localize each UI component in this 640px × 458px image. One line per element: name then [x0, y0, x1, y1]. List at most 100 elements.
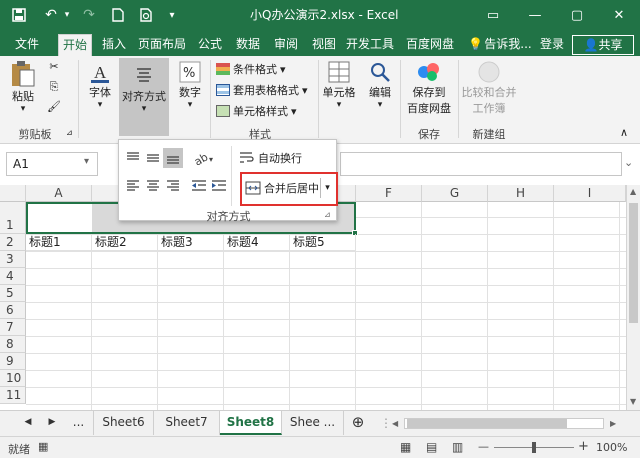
- tab-page-layout[interactable]: 页面布局: [136, 34, 188, 56]
- cells-button[interactable]: 单元格 ▾: [322, 60, 356, 110]
- tab-view[interactable]: 视图: [308, 34, 340, 56]
- cut-icon[interactable]: ✂: [44, 60, 64, 73]
- cell-e2[interactable]: 标题5: [290, 234, 356, 251]
- restore-button[interactable]: ▢: [560, 0, 594, 30]
- zoom-out-button[interactable]: —: [478, 440, 489, 453]
- tab-file[interactable]: 文件: [6, 34, 48, 56]
- row-header[interactable]: 3: [0, 251, 26, 268]
- prev-sheet-icon[interactable]: ◀: [20, 411, 36, 435]
- collapse-ribbon-icon[interactable]: ∧: [620, 126, 628, 139]
- login-link[interactable]: 登录: [538, 34, 566, 56]
- add-sheet-icon[interactable]: ⊕: [346, 411, 370, 435]
- column-header[interactable]: I: [554, 185, 626, 202]
- customize-qa-icon[interactable]: ▾: [164, 0, 180, 30]
- save-icon[interactable]: [8, 0, 30, 30]
- sheet-tab[interactable]: Shee ...: [282, 411, 344, 435]
- align-left-icon[interactable]: [123, 176, 143, 196]
- dialog-launcher-icon[interactable]: ⊿: [66, 128, 73, 137]
- orientation-icon[interactable]: ab ▾: [191, 148, 219, 168]
- column-header[interactable]: G: [422, 185, 488, 202]
- next-sheet-icon[interactable]: ▶: [44, 411, 60, 435]
- top-align-icon[interactable]: [123, 148, 143, 168]
- zoom-in-button[interactable]: +: [578, 439, 589, 454]
- middle-align-icon[interactable]: [143, 148, 163, 168]
- align-right-icon[interactable]: [163, 176, 183, 196]
- column-header[interactable]: H: [488, 185, 554, 202]
- edit-button[interactable]: 编辑 ▾: [364, 60, 396, 110]
- split-handle-icon[interactable]: ⋮: [380, 416, 392, 430]
- share-button[interactable]: 👤共享: [572, 35, 634, 55]
- format-as-table-button[interactable]: 套用表格格式 ▾: [216, 82, 308, 98]
- ribbon-display-options-icon[interactable]: ▭: [476, 0, 510, 30]
- sheet-tab[interactable]: Sheet7: [154, 411, 220, 435]
- font-button[interactable]: A 字体 ▾: [84, 60, 116, 110]
- increase-indent-icon[interactable]: [209, 176, 229, 196]
- align-center-icon[interactable]: [143, 176, 163, 196]
- decrease-indent-icon[interactable]: [189, 176, 209, 196]
- vertical-scrollbar[interactable]: ▲ ▼: [626, 185, 640, 410]
- copy-icon[interactable]: ⎘: [44, 80, 64, 94]
- formula-input[interactable]: [340, 152, 622, 176]
- cell-a2[interactable]: 标题1: [26, 234, 92, 251]
- tab-developer[interactable]: 开发工具: [344, 34, 396, 56]
- scroll-up-icon[interactable]: ▲: [630, 187, 636, 196]
- cell-d2[interactable]: 标题4: [224, 234, 290, 251]
- hscroll-thumb[interactable]: [407, 419, 567, 428]
- format-painter-icon[interactable]: 🖌: [44, 100, 64, 113]
- scroll-thumb[interactable]: [629, 203, 638, 323]
- row-header[interactable]: 1: [0, 202, 26, 234]
- bottom-align-icon[interactable]: [163, 148, 183, 168]
- row-header[interactable]: 2: [0, 234, 26, 251]
- sheet-tab-active[interactable]: Sheet8: [220, 411, 282, 435]
- zoom-level[interactable]: 100%: [596, 441, 627, 454]
- name-box-dropdown-icon[interactable]: ▾: [84, 156, 89, 167]
- normal-view-icon[interactable]: ▦: [400, 440, 411, 454]
- tab-baidu-netdisk[interactable]: 百度网盘: [402, 34, 458, 56]
- print-preview-icon[interactable]: [136, 0, 156, 30]
- wrap-text-button[interactable]: 自动换行: [239, 150, 302, 166]
- alignment-button[interactable]: 对齐方式 ▾: [119, 58, 169, 136]
- cell-styles-button[interactable]: 单元格样式 ▾: [216, 103, 297, 119]
- tell-me-search[interactable]: 告诉我...: [484, 34, 532, 56]
- page-layout-view-icon[interactable]: ▤: [426, 440, 437, 454]
- tab-data[interactable]: 数据: [232, 34, 264, 56]
- new-file-icon[interactable]: [108, 0, 128, 30]
- scroll-down-icon[interactable]: ▼: [630, 397, 636, 406]
- hscroll-right-icon[interactable]: ▶: [610, 419, 616, 428]
- more-sheets-button[interactable]: ...: [64, 411, 94, 435]
- column-header[interactable]: F: [356, 185, 422, 202]
- window-title: 小Q办公演示2.xlsx - Excel: [250, 8, 399, 22]
- page-break-view-icon[interactable]: ▥: [452, 440, 463, 454]
- cell-c2[interactable]: 标题3: [158, 234, 224, 251]
- row-header[interactable]: 11: [0, 387, 26, 404]
- select-all-corner[interactable]: [0, 185, 26, 202]
- tab-formulas[interactable]: 公式: [194, 34, 226, 56]
- save-to-baidu-button[interactable]: 保存到 百度网盘: [404, 60, 454, 116]
- conditional-format-button[interactable]: 条件格式 ▾: [216, 61, 286, 77]
- hscroll-left-icon[interactable]: ◀: [392, 419, 398, 428]
- tab-home[interactable]: 开始: [58, 34, 92, 56]
- minimize-button[interactable]: —: [518, 0, 552, 30]
- close-button[interactable]: ✕: [602, 0, 636, 30]
- row-header[interactable]: 4: [0, 268, 26, 285]
- paste-button[interactable]: 粘贴 ▾: [6, 60, 40, 122]
- number-button[interactable]: % 数字 ▾: [174, 60, 206, 110]
- row-header[interactable]: 7: [0, 319, 26, 336]
- column-header[interactable]: A: [26, 185, 92, 202]
- sheet-tab[interactable]: Sheet6: [94, 411, 154, 435]
- expand-formula-icon[interactable]: ⌄: [624, 156, 633, 169]
- row-header[interactable]: 5: [0, 285, 26, 302]
- row-header[interactable]: 9: [0, 353, 26, 370]
- undo-icon[interactable]: ↶: [40, 0, 62, 30]
- zoom-slider-thumb[interactable]: [532, 442, 536, 453]
- horizontal-scrollbar[interactable]: [404, 418, 604, 429]
- macro-record-icon[interactable]: ▦: [38, 440, 48, 453]
- cell-b2[interactable]: 标题2: [92, 234, 158, 251]
- row-header[interactable]: 10: [0, 370, 26, 387]
- row-header[interactable]: 6: [0, 302, 26, 319]
- tab-review[interactable]: 审阅: [270, 34, 302, 56]
- undo-dropdown-icon[interactable]: ▾: [62, 0, 72, 30]
- dialog-launcher-icon[interactable]: ⊿: [324, 210, 331, 219]
- row-header[interactable]: 8: [0, 336, 26, 353]
- tab-insert[interactable]: 插入: [98, 34, 130, 56]
